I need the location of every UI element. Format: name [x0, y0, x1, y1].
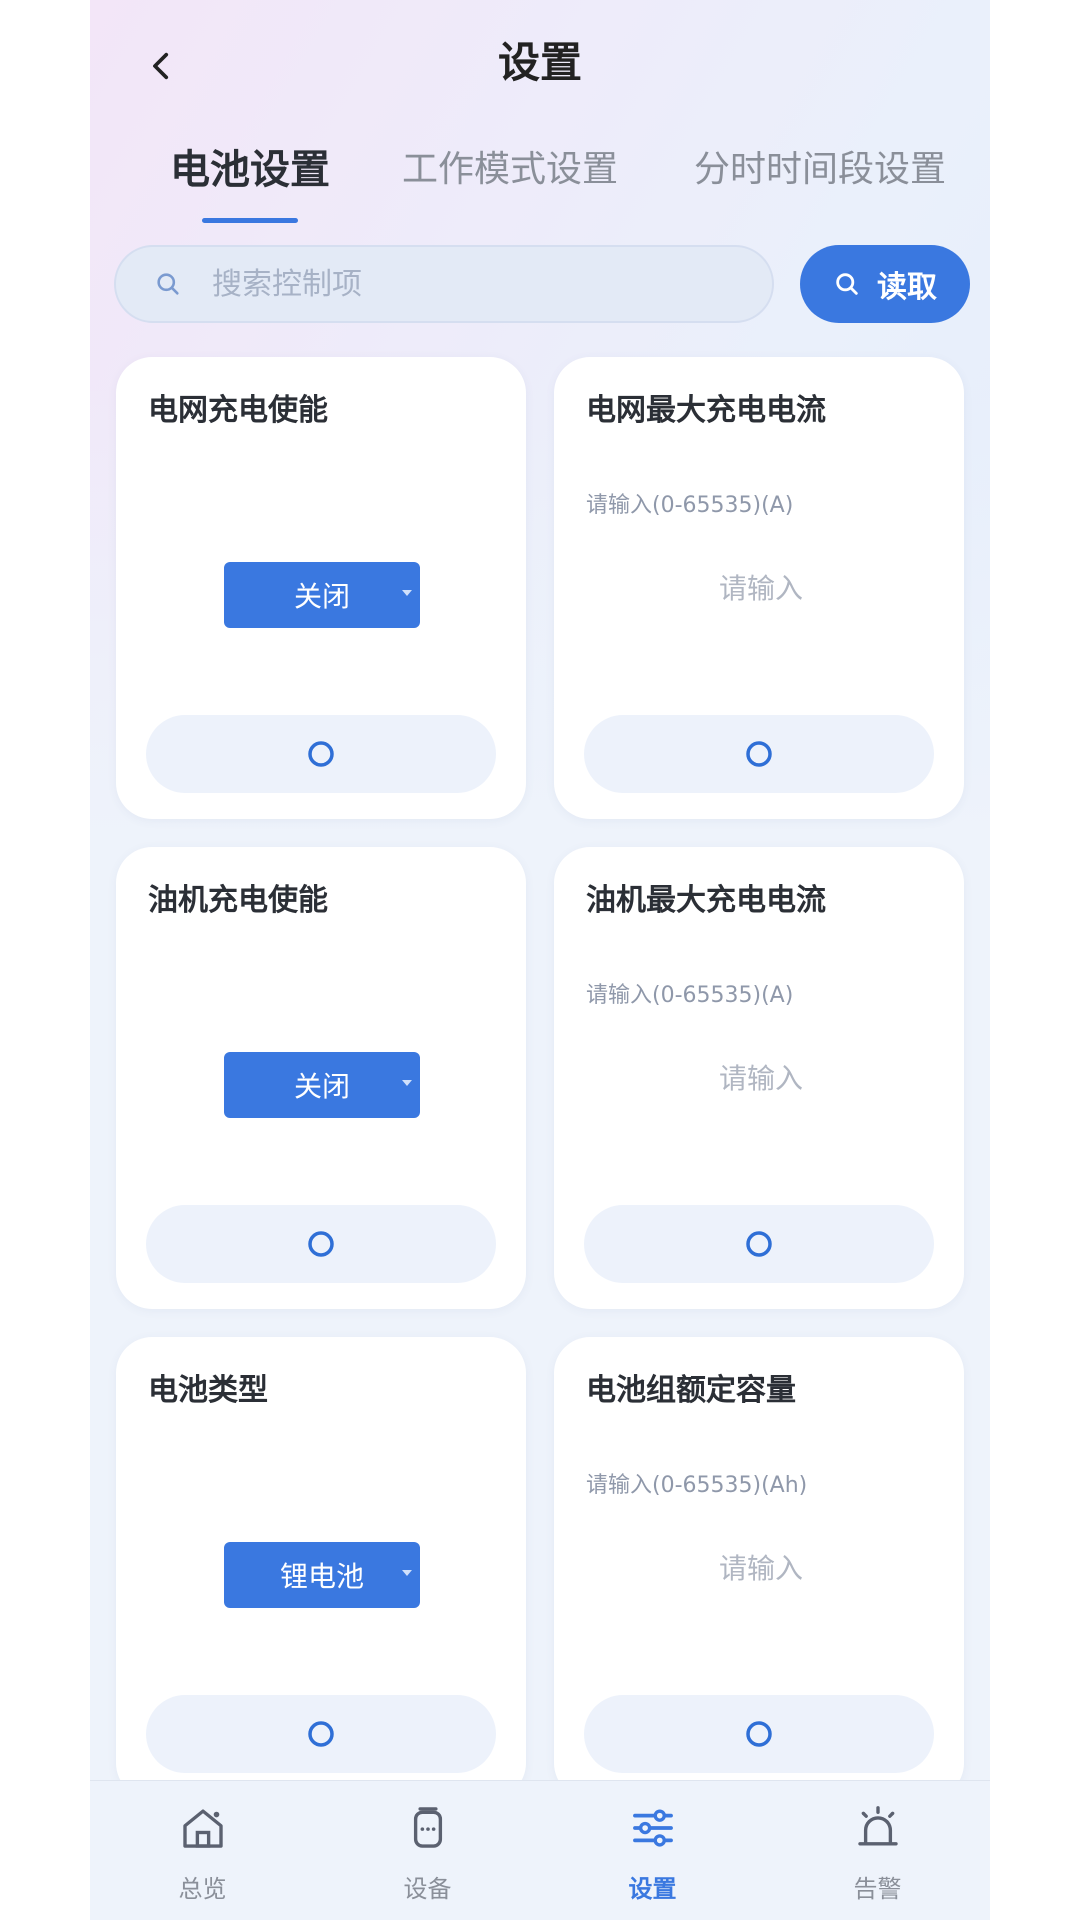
- card-grid-max-charge-current: 电网最大充电电流 请输入(0-65535)(A): [554, 357, 964, 819]
- nav-item-alarm[interactable]: 告警: [765, 1781, 990, 1920]
- device-icon: [413, 1807, 442, 1848]
- card-action-button[interactable]: [146, 1695, 496, 1773]
- card-action-button[interactable]: [146, 715, 496, 793]
- card-hint: 请输入(0-65535)(Ah): [586, 1473, 808, 1498]
- home-icon: [182, 1809, 223, 1848]
- battery-rated-capacity-input[interactable]: [586, 1537, 936, 1599]
- tab-time-period-settings[interactable]: 分时时间段设置: [670, 135, 970, 205]
- ring-icon: [308, 741, 334, 767]
- search-icon: [836, 273, 858, 295]
- card-generator-max-charge-current: 油机最大充电电流 请输入(0-65535)(A): [554, 847, 964, 1309]
- generator-max-charge-current-input[interactable]: [586, 1047, 936, 1109]
- card-title: 电网充电使能: [148, 393, 328, 428]
- nav-label: 设置: [628, 1875, 677, 1903]
- tab-work-mode-settings[interactable]: 工作模式设置: [390, 135, 630, 205]
- select-value: 关闭: [293, 1070, 350, 1103]
- nav-item-settings[interactable]: 设置: [540, 1781, 765, 1920]
- card-battery-rated-capacity: 电池组额定容量 请输入(0-65535)(Ah): [554, 1337, 964, 1799]
- card-title: 电池类型: [148, 1373, 268, 1408]
- ring-icon: [746, 741, 772, 767]
- nav-label: 告警: [853, 1875, 902, 1903]
- ring-icon: [308, 1721, 334, 1747]
- card-hint: 请输入(0-65535)(A): [586, 493, 794, 518]
- grid-charge-enable-select[interactable]: 关闭: [224, 562, 420, 628]
- nav-label: 设备: [403, 1875, 452, 1903]
- grid-max-charge-current-input[interactable]: [586, 557, 936, 619]
- alarm-icon: [857, 1806, 898, 1846]
- read-button[interactable]: 读取: [800, 245, 970, 323]
- nav-item-overview[interactable]: 总览: [90, 1781, 315, 1920]
- search-icon: [157, 273, 179, 295]
- search-input[interactable]: [210, 265, 734, 303]
- tab-battery-settings[interactable]: 电池设置: [160, 135, 340, 205]
- search-box[interactable]: [114, 245, 774, 323]
- card-title: 油机最大充电电流: [586, 883, 826, 918]
- nav-label: 总览: [178, 1875, 227, 1903]
- ring-icon: [746, 1231, 772, 1257]
- dropdown-caret-icon: [402, 1080, 412, 1086]
- battery-type-select[interactable]: 锂电池: [224, 1542, 420, 1608]
- card-hint: 请输入(0-65535)(A): [586, 983, 794, 1008]
- dropdown-caret-icon: [402, 1570, 412, 1576]
- card-action-button[interactable]: [146, 1205, 496, 1283]
- page-title: 设置: [497, 38, 582, 87]
- settings-sliders-icon: [632, 1809, 673, 1847]
- ring-icon: [308, 1231, 334, 1257]
- generator-charge-enable-select[interactable]: 关闭: [224, 1052, 420, 1118]
- card-title: 电池组额定容量: [586, 1373, 796, 1408]
- card-action-button[interactable]: [584, 1695, 934, 1773]
- card-title: 油机充电使能: [148, 883, 328, 918]
- read-button-label: 读取: [877, 270, 937, 305]
- select-value: 关闭: [293, 580, 350, 613]
- select-value: 锂电池: [279, 1560, 364, 1593]
- card-title: 电网最大充电电流: [586, 393, 826, 428]
- card-generator-charge-enable: 油机充电使能 关闭: [116, 847, 526, 1309]
- card-battery-type: 电池类型 锂电池: [116, 1337, 526, 1799]
- card-action-button[interactable]: [584, 1205, 934, 1283]
- active-tab-indicator: [202, 218, 298, 223]
- app-screen: 设置 电池设置 工作模式设置 分时时间段设置 读取 电网充电使能 关闭 电网最大…: [90, 0, 990, 1920]
- card-action-button[interactable]: [584, 715, 934, 793]
- nav-item-device[interactable]: 设备: [315, 1781, 540, 1920]
- card-grid-charge-enable: 电网充电使能 关闭: [116, 357, 526, 819]
- ring-icon: [746, 1721, 772, 1747]
- bottom-nav: 总览 设备 设置 告警: [90, 1780, 990, 1920]
- dropdown-caret-icon: [402, 590, 412, 596]
